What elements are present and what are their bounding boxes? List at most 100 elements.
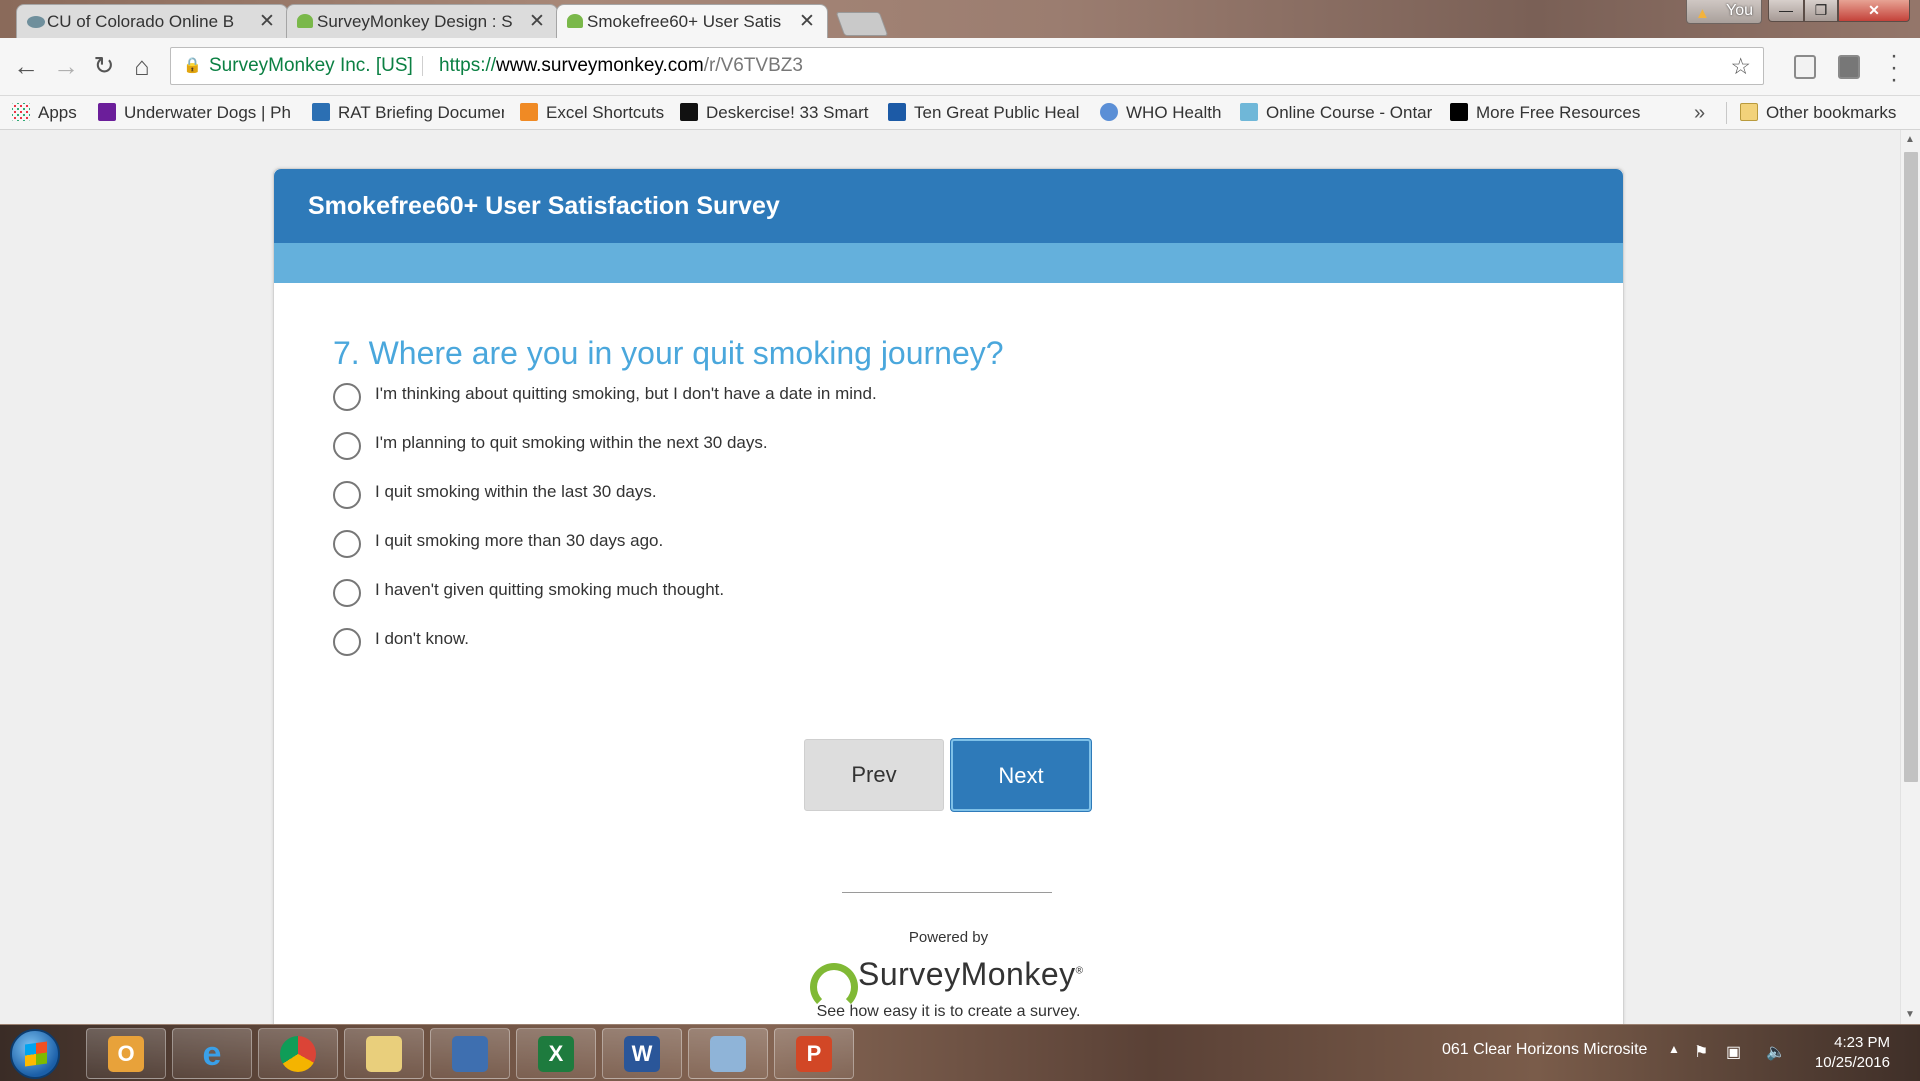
- maximize-button[interactable]: ❐: [1804, 0, 1838, 22]
- clock-date: 10/25/2016: [1814, 1054, 1890, 1071]
- start-button[interactable]: [10, 1029, 60, 1079]
- close-tab-icon[interactable]: ✕: [257, 10, 277, 33]
- answer-option[interactable]: I quit smoking within the last 30 days.: [333, 480, 657, 510]
- footer-divider: [842, 892, 1052, 893]
- url-path: /r/V6TVBZ3: [703, 55, 803, 76]
- scroll-down-arrow-icon[interactable]: ▼: [1905, 1009, 1915, 1020]
- bookmark-star-icon[interactable]: ☆: [1730, 48, 1751, 84]
- taskbar-powerpoint[interactable]: P: [774, 1028, 854, 1079]
- surveymonkey-favicon-icon: [297, 14, 313, 28]
- taskbar-remote-desktop[interactable]: [430, 1028, 510, 1079]
- page-viewport: Smokefree60+ User Satisfaction Survey 7.…: [0, 130, 1900, 1024]
- browser-tab-strip: CU of Colorado Online B ✕ SurveyMonkey D…: [0, 0, 1920, 38]
- profile-button[interactable]: ▲ You: [1686, 0, 1762, 24]
- answer-option-label: I'm thinking about quitting smoking, but…: [375, 384, 877, 403]
- bookmark-label: Deskercise! 33 Smart: [706, 103, 869, 122]
- show-hidden-icons-icon[interactable]: ▲: [1668, 1042, 1680, 1056]
- taskbar-chrome[interactable]: [258, 1028, 338, 1079]
- bookmarks-overflow-icon[interactable]: »: [1694, 96, 1705, 130]
- powerpoint-icon: P: [796, 1035, 832, 1072]
- radio-button[interactable]: [333, 579, 361, 607]
- menu-kebab-icon[interactable]: · · ·: [1884, 44, 1904, 92]
- bookmark-label: Ten Great Public Heal: [914, 103, 1080, 122]
- tab-cu-colorado[interactable]: CU of Colorado Online B ✕: [16, 4, 288, 38]
- tab-smokefree-survey[interactable]: Smokefree60+ User Satis ✕: [556, 4, 828, 38]
- scrollbar-thumb[interactable]: [1904, 152, 1918, 782]
- reload-icon[interactable]: ↻: [86, 48, 122, 84]
- close-tab-icon[interactable]: ✕: [797, 10, 817, 33]
- bookmark-apps[interactable]: Apps: [12, 96, 77, 130]
- answer-option[interactable]: I haven't given quitting smoking much th…: [333, 578, 724, 608]
- home-icon[interactable]: ⌂: [124, 48, 160, 84]
- browser-toolbar: ← → ↻ ⌂ 🔒 SurveyMonkey Inc. [US] https:/…: [0, 38, 1920, 96]
- radio-button[interactable]: [333, 481, 361, 509]
- tab-surveymonkey-design[interactable]: SurveyMonkey Design : S ✕: [286, 4, 558, 38]
- new-tab-button[interactable]: [835, 12, 889, 36]
- bookmark-ten-great-public-health[interactable]: Ten Great Public Heal: [888, 96, 1084, 130]
- taskbar-paint[interactable]: [688, 1028, 768, 1079]
- tab-title: Smokefree60+ User Satis: [587, 11, 782, 31]
- url-host: www.surveymonkey.com: [496, 55, 704, 76]
- taskbar-word[interactable]: W: [602, 1028, 682, 1079]
- taskbar-internet-explorer[interactable]: e: [172, 1028, 252, 1079]
- taskbar-excel[interactable]: X: [516, 1028, 596, 1079]
- taskbar-file-explorer[interactable]: [344, 1028, 424, 1079]
- extension-puzzle-icon[interactable]: [1838, 55, 1860, 79]
- volume-icon[interactable]: 🔈: [1766, 1042, 1786, 1062]
- answer-option[interactable]: I'm thinking about quitting smoking, but…: [333, 382, 877, 412]
- forward-arrow-icon[interactable]: →: [48, 48, 84, 84]
- url-text[interactable]: https://www.surveymonkey.com/r/V6TVBZ3: [439, 48, 803, 84]
- answer-option-label: I'm planning to quit smoking within the …: [375, 433, 768, 452]
- scroll-up-arrow-icon[interactable]: ▲: [1905, 134, 1915, 145]
- surveymonkey-logo[interactable]: SurveyMonkey®: [804, 954, 1084, 1011]
- cu-colorado-favicon-icon: [27, 16, 45, 28]
- brand-name: SurveyMonkey: [858, 955, 1076, 992]
- bookmark-rat-briefing[interactable]: RAT Briefing Documen: [312, 96, 504, 130]
- bookmark-more-free-resources[interactable]: More Free Resources: [1450, 96, 1650, 130]
- extension-page-icon[interactable]: [1794, 55, 1816, 79]
- close-window-button[interactable]: ✕: [1838, 0, 1910, 22]
- system-clock[interactable]: 4:23 PM 10/25/2016: [1800, 1033, 1890, 1073]
- bookmark-online-course[interactable]: Online Course - Ontar: [1240, 96, 1432, 130]
- bookmark-underwater-dogs[interactable]: Underwater Dogs | Ph: [98, 96, 290, 130]
- answer-option[interactable]: I'm planning to quit smoking within the …: [333, 431, 768, 461]
- bookmark-label: Apps: [38, 103, 77, 122]
- outlook-icon: O: [108, 1035, 144, 1072]
- tab-title: CU of Colorado Online B: [47, 11, 235, 31]
- internet-explorer-icon: e: [202, 1034, 222, 1073]
- action-center-flag-icon[interactable]: ⚑: [1694, 1042, 1708, 1062]
- close-tab-icon[interactable]: ✕: [527, 10, 547, 33]
- radio-button[interactable]: [333, 432, 361, 460]
- next-button[interactable]: Next: [951, 739, 1091, 811]
- minimize-button[interactable]: —: [1768, 0, 1804, 22]
- online-course-icon: [1240, 103, 1258, 121]
- bookmark-label: WHO Health: [1126, 103, 1222, 122]
- back-arrow-icon[interactable]: ←: [8, 48, 44, 84]
- bookmark-deskercise[interactable]: Deskercise! 33 Smart: [680, 96, 872, 130]
- bookmarks-bar: Apps Underwater Dogs | Ph RAT Briefing D…: [0, 96, 1920, 130]
- cdc-icon: [888, 103, 906, 121]
- tab-title: SurveyMonkey Design : S: [317, 11, 513, 31]
- word-icon: W: [624, 1035, 660, 1072]
- radio-button[interactable]: [333, 530, 361, 558]
- excel-icon: X: [538, 1035, 574, 1072]
- radio-button[interactable]: [333, 628, 361, 656]
- taskbar-outlook[interactable]: O: [86, 1028, 166, 1079]
- network-icon[interactable]: ▣: [1726, 1042, 1741, 1062]
- folder-icon: [1740, 103, 1758, 121]
- radio-button[interactable]: [333, 383, 361, 411]
- bookmark-excel-shortcuts[interactable]: Excel Shortcuts: [520, 96, 670, 130]
- bookmark-who-health[interactable]: WHO Health: [1100, 96, 1230, 130]
- address-bar[interactable]: 🔒 SurveyMonkey Inc. [US] https://www.sur…: [170, 47, 1764, 85]
- bookmark-label: Online Course - Ontar: [1266, 103, 1432, 122]
- other-bookmarks[interactable]: Other bookmarks: [1740, 96, 1915, 130]
- prev-button[interactable]: Prev: [804, 739, 944, 811]
- answer-option[interactable]: I quit smoking more than 30 days ago.: [333, 529, 663, 559]
- answer-option-label: I quit smoking within the last 30 days.: [375, 482, 657, 501]
- document-s-icon: [312, 103, 330, 121]
- deskercise-icon: [680, 103, 698, 121]
- answer-option[interactable]: I don't know.: [333, 627, 469, 657]
- page-scrollbar[interactable]: ▲ ▼: [1900, 130, 1920, 1024]
- create-survey-link[interactable]: See how easy it is to create a survey.: [274, 1003, 1623, 1021]
- toolbar-label[interactable]: 061 Clear Horizons Microsite: [1442, 1041, 1647, 1059]
